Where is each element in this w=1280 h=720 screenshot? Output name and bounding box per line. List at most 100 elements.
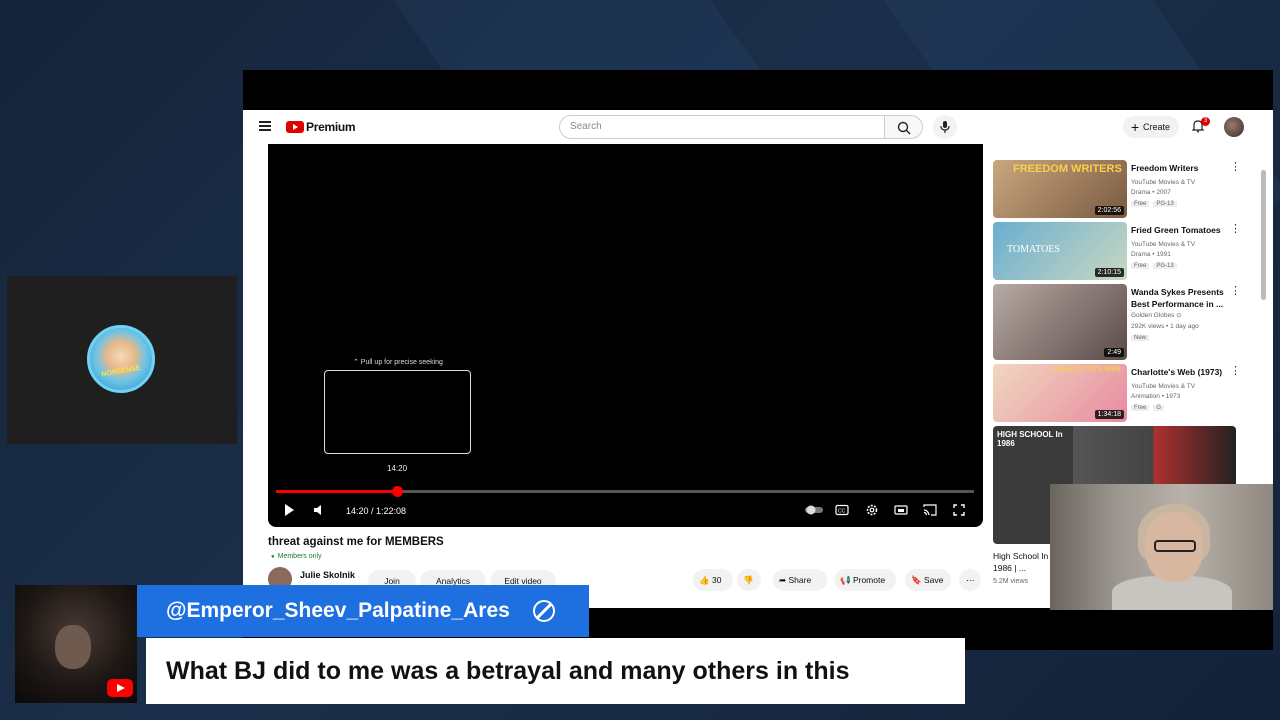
recommendation-title[interactable]: Charlotte's Web (1973)	[1131, 366, 1231, 378]
recommendation-meta: Animation • 1973	[1131, 393, 1181, 400]
chat-message-bar: What BJ did to me was a betrayal and man…	[146, 638, 965, 704]
more-options-icon[interactable]: ⋮	[1230, 224, 1241, 235]
left-camera-overlay: NONSENSE	[7, 276, 237, 444]
seek-hint-text: ⌃ Pull up for precise seeking	[353, 359, 443, 366]
thumbs-up-icon: 👍	[699, 575, 710, 585]
play-icon[interactable]	[282, 503, 296, 517]
duration-badge: 2:02:56	[1094, 206, 1124, 215]
badge-new: New	[1131, 335, 1150, 341]
recommendation-thumbnail[interactable]: 2:49	[993, 284, 1127, 360]
video-player[interactable]: ⌃ Pull up for precise seeking 14:20 14:2…	[268, 144, 983, 527]
recommendation-channel: YouTube Movies & TV	[1131, 241, 1196, 248]
recommendation-meta: Drama • 2007	[1131, 189, 1171, 196]
recommendation-title[interactable]: High School In 1986 | ...	[993, 550, 1053, 574]
recommendation-thumbnail[interactable]: TOMATOES 2:10:15	[993, 222, 1127, 280]
chat-author-avatar	[15, 585, 137, 703]
thumbnail-caption: HIGH SCHOOL In 1986	[997, 430, 1063, 448]
recommendation-thumbnail[interactable]: FREEDOM WRITERS 2:02:56	[993, 160, 1127, 218]
settings-gear-icon[interactable]	[865, 503, 879, 517]
more-options-icon[interactable]: ⋮	[1230, 366, 1241, 377]
like-count: 30	[711, 575, 722, 585]
badge-free: Free	[1131, 201, 1150, 207]
recommendation-item[interactable]: CHARLOTTE'S WEB 1:34:18 Charlotte's Web …	[993, 364, 1263, 422]
scrollbar[interactable]	[1261, 170, 1266, 300]
microphone-icon	[940, 121, 950, 133]
badge-rating: G	[1153, 405, 1165, 411]
bookmark-icon: 🔖	[911, 575, 924, 585]
recommendation-meta: 292K views • 1 day ago	[1131, 323, 1199, 330]
recommendation-badges: Free PG-13	[1131, 263, 1181, 269]
chat-username: @Emperor_Sheev_Palpatine_Ares	[166, 599, 510, 622]
thumbnail-caption: CHARLOTTE'S WEB	[1053, 366, 1121, 373]
progress-scrubber[interactable]	[392, 486, 404, 497]
recommendation-item[interactable]: FREEDOM WRITERS 2:02:56 Freedom Writers …	[993, 160, 1263, 218]
captions-icon[interactable]: CC	[835, 503, 849, 517]
avatar-face	[55, 625, 91, 669]
members-only-badge: Members only	[271, 553, 322, 560]
cast-icon[interactable]	[923, 503, 937, 517]
more-actions-button[interactable]: ⋯	[959, 569, 981, 591]
recommendation-views: 5.2M views	[993, 578, 1029, 585]
more-options-icon[interactable]: ⋮	[1230, 286, 1241, 297]
promote-label: Promote	[852, 575, 886, 585]
recommendation-channel: YouTube Movies & TV	[1131, 383, 1196, 390]
search-icon	[897, 121, 911, 135]
badge-free: Free	[1131, 263, 1150, 269]
recommendation-thumbnail[interactable]: CHARLOTTE'S WEB 1:34:18	[993, 364, 1127, 422]
youtube-logo-text[interactable]: Premium	[306, 120, 356, 134]
badge-rating: PG-13	[1153, 201, 1177, 207]
like-button[interactable]: 👍 30	[693, 569, 733, 591]
search-input[interactable]: Search	[559, 115, 885, 139]
recommendation-title[interactable]: Fried Green Tomatoes	[1131, 224, 1231, 236]
recommendation-channel: Golden Globes ⊙	[1131, 312, 1182, 319]
video-title: threat against me for MEMBERS	[268, 536, 444, 548]
theater-mode-icon[interactable]	[894, 503, 908, 517]
create-label: Create	[1143, 122, 1171, 132]
badge-free: Free	[1131, 405, 1150, 411]
badge-rating: PG-13	[1153, 263, 1177, 269]
svg-text:CC: CC	[838, 509, 846, 515]
chat-username-bar: @Emperor_Sheev_Palpatine_Ares	[137, 585, 589, 637]
voice-search-button[interactable]	[933, 115, 957, 139]
create-button[interactable]: + Create	[1123, 116, 1179, 138]
plus-icon: +	[1131, 119, 1140, 135]
share-button[interactable]: ➦ Share	[773, 569, 827, 591]
seek-preview-time: 14:20	[387, 464, 408, 473]
more-options-icon[interactable]: ⋮	[1230, 162, 1241, 173]
volume-icon[interactable]	[312, 503, 326, 517]
youtube-header: Premium Search + Create 3	[243, 110, 1273, 144]
time-display: 14:20 / 1:22:08	[346, 506, 407, 516]
webcam-person-glasses	[1154, 540, 1196, 552]
channel-logo-text: NONSENSE	[101, 364, 141, 379]
recommendation-meta: Drama • 1991	[1131, 251, 1171, 258]
recommendation-badges: New	[1131, 335, 1153, 341]
recommendation-title[interactable]: Wanda Sykes Presents Best Performance in…	[1131, 286, 1231, 310]
menu-icon[interactable]	[259, 121, 271, 131]
save-button[interactable]: 🔖 Save	[905, 569, 951, 591]
youtube-logo-icon[interactable]	[286, 121, 304, 133]
thumbnail-caption: FREEDOM WRITERS	[1013, 163, 1122, 175]
progress-played	[276, 490, 398, 493]
progress-bar[interactable]	[276, 486, 974, 497]
seek-preview-frame	[324, 370, 471, 454]
promote-button[interactable]: 📢 Promote	[834, 569, 896, 591]
notification-badge: 3	[1201, 117, 1210, 126]
chat-message: What BJ did to me was a betrayal and man…	[166, 657, 850, 685]
youtube-icon	[107, 679, 133, 697]
thumbnail-caption: TOMATOES	[1007, 244, 1060, 255]
duration-badge: 1:34:18	[1094, 410, 1124, 419]
share-label: Share	[788, 575, 812, 585]
channel-name[interactable]: Julie Skolnik	[300, 570, 355, 580]
recommendation-badges: Free PG-13	[1131, 201, 1181, 207]
search-button[interactable]	[885, 115, 923, 139]
save-label: Save	[923, 575, 944, 585]
fullscreen-icon[interactable]	[952, 503, 966, 517]
recommendation-item[interactable]: 2:49 Wanda Sykes Presents Best Performan…	[993, 284, 1263, 360]
autoplay-toggle[interactable]	[804, 503, 824, 517]
account-avatar[interactable]	[1224, 117, 1244, 137]
dislike-button[interactable]: 👎	[737, 569, 761, 591]
recommendation-title[interactable]: Freedom Writers	[1131, 162, 1231, 174]
thumbs-down-icon: 👎	[743, 575, 754, 585]
recommendation-item[interactable]: TOMATOES 2:10:15 Fried Green Tomatoes Yo…	[993, 222, 1263, 280]
right-camera-overlay	[1050, 484, 1273, 610]
